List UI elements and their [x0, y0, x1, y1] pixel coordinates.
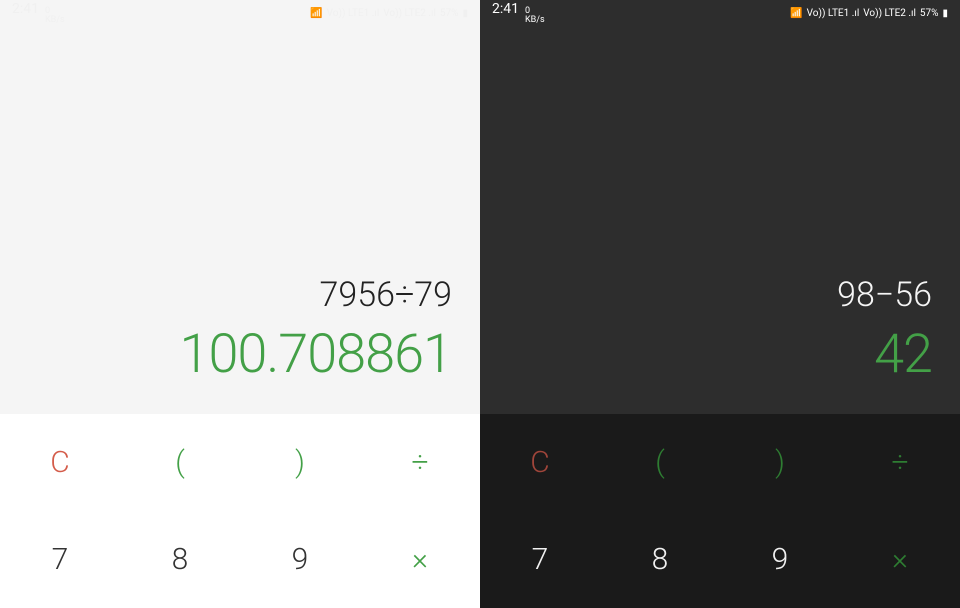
screen-light: 2:41 0KB/s 📶 Vo)) LTE1 .ıl Vo)) LTE2 .ıl…	[0, 0, 480, 608]
key-9[interactable]: 9	[720, 511, 840, 608]
data-rate: 0KB/s	[525, 7, 545, 25]
key-9[interactable]: 9	[240, 511, 360, 608]
expression: 7956÷79	[320, 275, 453, 315]
calc-display-light: 7956÷79 100.708861	[0, 26, 480, 414]
key-8[interactable]: 8	[120, 511, 240, 608]
wifi-icon: 📶	[310, 8, 322, 19]
keypad-dark: C ( ) ÷ 7 8 9 ×	[480, 414, 960, 608]
result: 100.708861	[180, 323, 453, 386]
key-multiply[interactable]: ×	[840, 511, 960, 608]
key-multiply[interactable]: ×	[360, 511, 480, 608]
battery-icon: ▮	[942, 8, 948, 19]
statusbar-left: 2:41 0KB/s	[12, 1, 65, 25]
calc-display-dark: 98−56 42	[480, 26, 960, 414]
keypad-light: C ( ) ÷ 7 8 9 ×	[0, 414, 480, 608]
battery-text: 57%	[920, 8, 939, 19]
key-divide[interactable]: ÷	[840, 414, 960, 511]
statusbar-dark: 2:41 0KB/s 📶 Vo)) LTE1 .ıl Vo)) LTE2 .ıl…	[480, 0, 960, 26]
battery-icon: ▮	[462, 8, 468, 19]
screen-dark: 2:41 0KB/s 📶 Vo)) LTE1 .ıl Vo)) LTE2 .ıl…	[480, 0, 960, 608]
key-rparen[interactable]: )	[720, 414, 840, 511]
lte2-indicator: Vo)) LTE2 .ıl	[863, 8, 916, 19]
lte2-indicator: Vo)) LTE2 .ıl	[383, 8, 436, 19]
lte1-indicator: Vo)) LTE1 .ıl	[327, 8, 380, 19]
statusbar-right: 📶 Vo)) LTE1 .ıl Vo)) LTE2 .ıl 57% ▮	[790, 8, 948, 19]
statusbar-left: 2:41 0KB/s	[492, 1, 545, 25]
statusbar-light: 2:41 0KB/s 📶 Vo)) LTE1 .ıl Vo)) LTE2 .ıl…	[0, 0, 480, 26]
key-lparen[interactable]: (	[600, 414, 720, 511]
clock: 2:41	[12, 1, 39, 17]
lte1-indicator: Vo)) LTE1 .ıl	[807, 8, 860, 19]
battery-text: 57%	[440, 8, 459, 19]
key-7[interactable]: 7	[480, 511, 600, 608]
data-rate: 0KB/s	[45, 7, 65, 25]
expression: 98−56	[837, 275, 932, 315]
wifi-icon: 📶	[790, 8, 802, 19]
key-lparen[interactable]: (	[120, 414, 240, 511]
key-8[interactable]: 8	[600, 511, 720, 608]
clock: 2:41	[492, 1, 519, 17]
key-clear[interactable]: C	[0, 414, 120, 511]
statusbar-right: 📶 Vo)) LTE1 .ıl Vo)) LTE2 .ıl 57% ▮	[310, 8, 468, 19]
key-clear[interactable]: C	[480, 414, 600, 511]
key-divide[interactable]: ÷	[360, 414, 480, 511]
key-rparen[interactable]: )	[240, 414, 360, 511]
result: 42	[874, 323, 932, 386]
key-7[interactable]: 7	[0, 511, 120, 608]
